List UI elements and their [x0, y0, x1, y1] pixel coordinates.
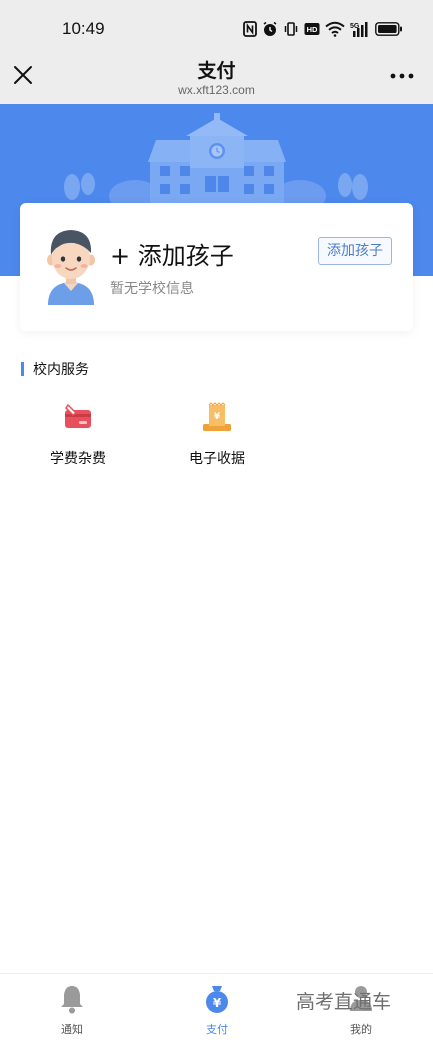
tab-pay[interactable]: ¥ 支付 [167, 984, 267, 1038]
wifi-icon [325, 21, 345, 37]
svg-text:¥: ¥ [213, 996, 222, 1010]
school-info-text: 暂无学校信息 [110, 281, 194, 297]
watermark-text: 高考直通车 [296, 991, 392, 1013]
service-label: 电子收据 [189, 451, 245, 467]
hd-icon: HD [304, 23, 320, 35]
nfc-icon [243, 21, 257, 37]
receipt-icon: ¥ [203, 402, 231, 431]
section-header: 校内服务 [21, 360, 89, 378]
more-icon[interactable] [389, 72, 415, 80]
section-title: 校内服务 [33, 362, 89, 378]
service-receipt[interactable]: ¥ 电子收据 [167, 402, 267, 472]
tab-label: 我的 [350, 1023, 372, 1036]
svg-text:¥: ¥ [214, 412, 221, 422]
boy-avatar-icon [47, 230, 95, 305]
add-child-title[interactable]: + 添加孩子 [110, 236, 234, 271]
signal-5g-icon: 5G [350, 22, 368, 37]
nav-bar: 支付 wx.xft123.com [0, 50, 433, 104]
add-child-button[interactable]: 添加孩子 [318, 237, 392, 265]
service-tuition[interactable]: 学费杂费 [28, 402, 128, 472]
svg-text:HD: HD [307, 25, 318, 34]
status-time: 10:49 [62, 19, 105, 38]
tab-label: 支付 [206, 1023, 228, 1036]
tuition-card-icon [65, 403, 91, 428]
vibrate-icon [284, 22, 298, 36]
alarm-icon [263, 21, 277, 36]
status-bar: 10:49 HD 5G [0, 0, 433, 50]
page-url: wx.xft123.com [178, 83, 255, 97]
tab-notifications[interactable]: 通知 [22, 984, 122, 1038]
child-card: + 添加孩子 暂无学校信息 添加孩子 [20, 203, 413, 331]
page-title: 支付 [197, 60, 236, 82]
tab-label: 通知 [61, 1023, 83, 1036]
battery-icon [375, 22, 402, 36]
section-accent-bar [21, 362, 24, 376]
money-bag-icon: ¥ [206, 986, 228, 1013]
status-icons: HD 5G [243, 18, 403, 40]
service-label: 学费杂费 [50, 451, 106, 467]
bell-icon [61, 986, 83, 1014]
